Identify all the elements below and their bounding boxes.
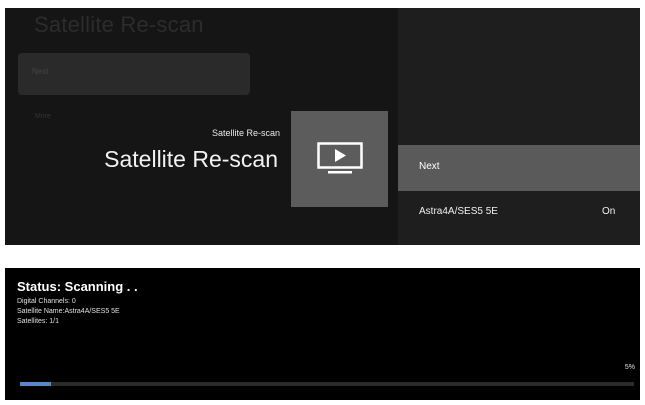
background-next-label: Next (32, 67, 49, 76)
page-title: Satellite Re-scan (104, 146, 278, 172)
background-more-label: More (35, 113, 51, 120)
status-text: Status: Scanning . . (17, 279, 138, 294)
small-title: Satellite Re-scan (211, 128, 280, 138)
digital-channels-text: Digital Channels: 0 (17, 298, 76, 305)
tv-tile (291, 111, 388, 207)
scan-status-panel: Status: Scanning . . Digital Channels: 0… (5, 268, 640, 400)
menu-item-next-label: Next (419, 161, 440, 172)
menu-item-satellite[interactable]: Astra4A/SES5 5E On (398, 192, 640, 232)
progress-bar (20, 382, 634, 386)
background-title: Satellite Re-scan (34, 12, 204, 37)
side-menu: Next Astra4A/SES5 5E On (398, 8, 640, 245)
satellites-count-text: Satellites: 1/1 (17, 318, 60, 325)
background-next-button: Next (18, 53, 250, 95)
satellite-rescan-screen: Satellite Re-scan Next More Satellite Re… (5, 8, 640, 245)
satellite-state-value: On (602, 206, 616, 217)
satellite-name-label: Astra4A/SES5 5E (419, 206, 498, 217)
progress-bar-fill (20, 382, 51, 386)
satellite-name-text: Satellite Name:Astra4A/SES5 5E (17, 308, 120, 315)
progress-percent: 5% (624, 364, 635, 371)
menu-item-next[interactable]: Next (398, 145, 640, 191)
tv-play-icon (317, 142, 363, 174)
